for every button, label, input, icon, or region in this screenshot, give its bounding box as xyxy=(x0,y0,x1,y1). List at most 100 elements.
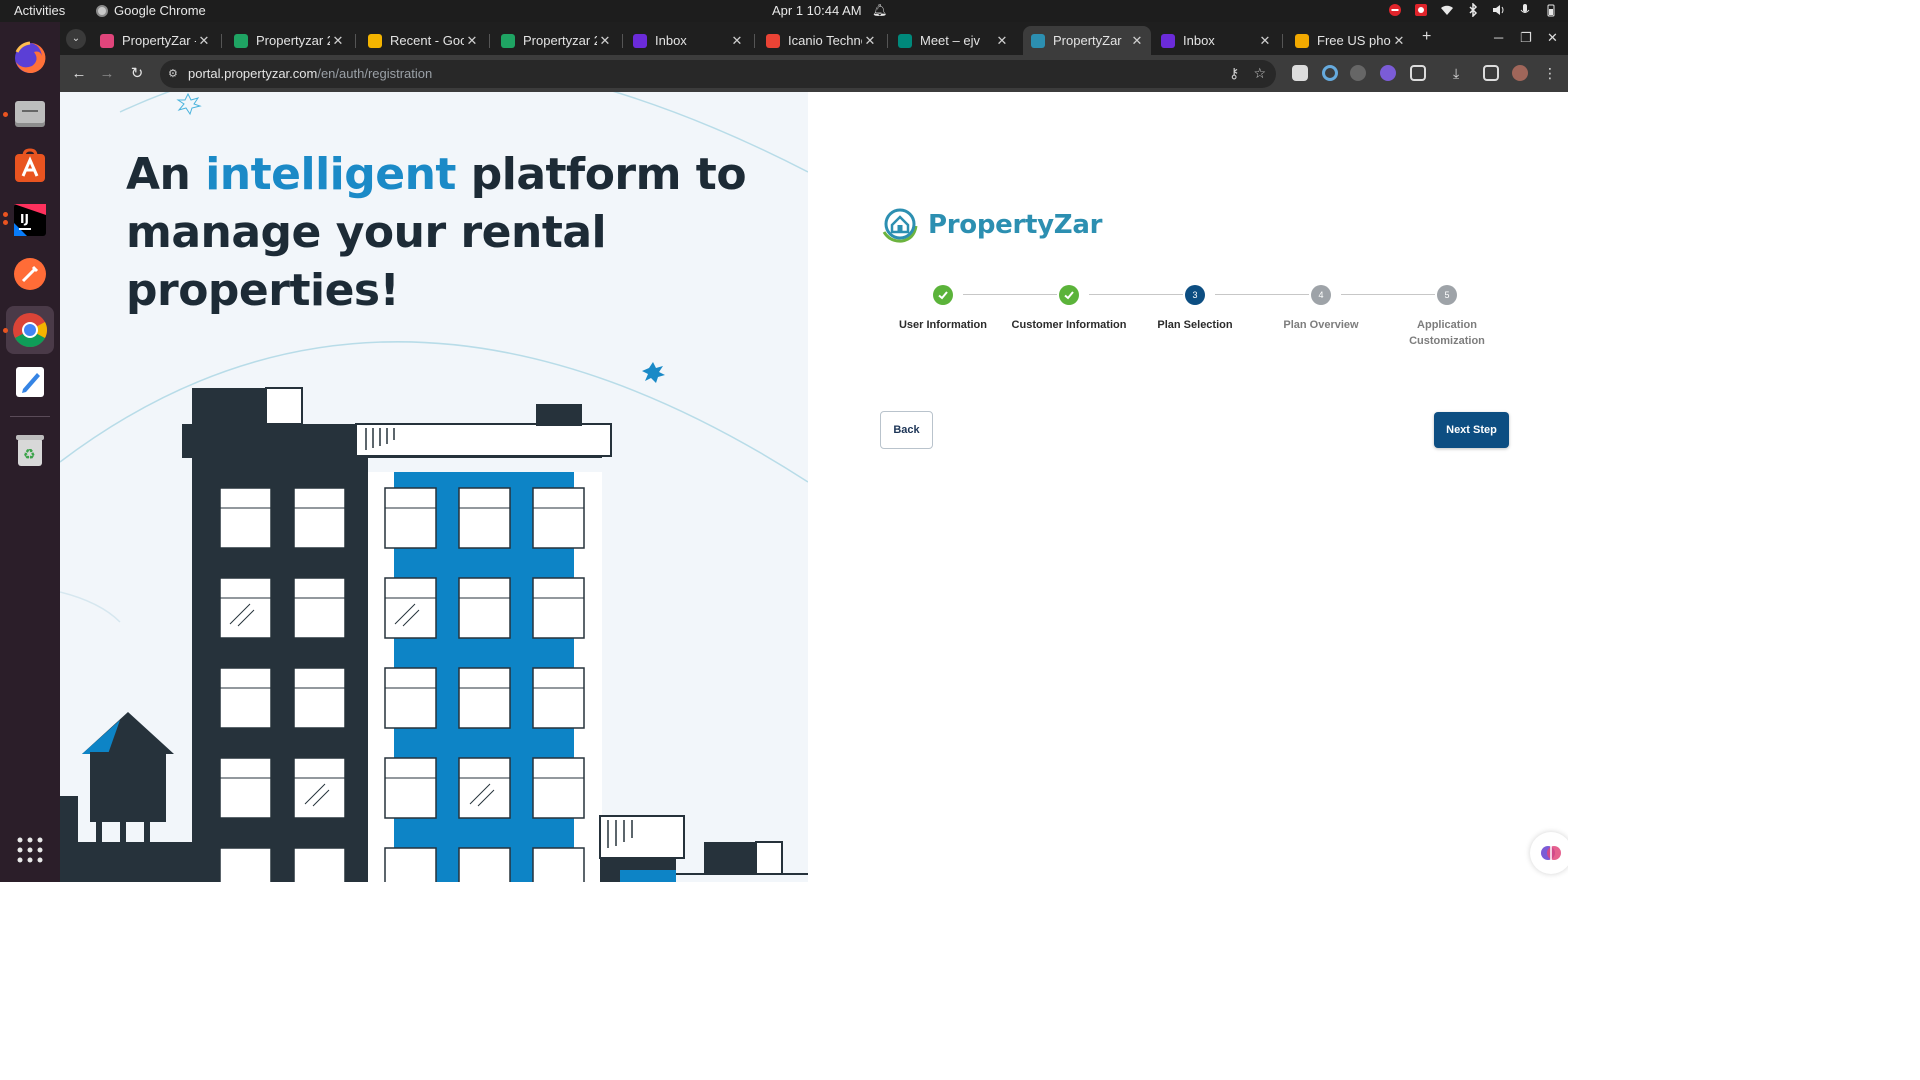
app-center-icon[interactable] xyxy=(10,146,50,186)
url-host: portal.propertyzar.com xyxy=(188,66,318,81)
bitwarden-extension-icon[interactable] xyxy=(1292,65,1308,81)
next-step-button[interactable]: Next Step xyxy=(1434,412,1509,448)
assistant-floating-button[interactable] xyxy=(1530,832,1568,874)
tab-title: Icanio Techno xyxy=(788,33,862,48)
tab-title: Recent - Goo xyxy=(390,33,464,48)
logo-house-icon xyxy=(882,208,918,243)
tab-divider xyxy=(489,34,490,48)
close-tab-icon[interactable]: ✕ xyxy=(729,33,745,49)
postman-icon[interactable] xyxy=(10,254,50,294)
chrome-icon[interactable] xyxy=(6,306,54,354)
ai-extension-icon[interactable] xyxy=(1380,65,1396,81)
close-tab-icon[interactable]: ✕ xyxy=(330,33,346,49)
tab-strip: ⌄ PropertyZar - ✕ Propertyzar 2 ✕ Recent - G… xyxy=(60,22,1568,55)
minimize-icon[interactable]: ─ xyxy=(1494,30,1503,45)
tab-divider xyxy=(1282,34,1283,48)
chrome-app-icon xyxy=(96,4,108,17)
firefox-icon[interactable] xyxy=(10,38,50,78)
check-icon xyxy=(933,285,953,305)
battery-icon[interactable] xyxy=(1544,3,1558,17)
extensions-puzzle-icon[interactable] xyxy=(1410,65,1426,81)
browser-tab[interactable]: Icanio Techno ✕ xyxy=(758,26,884,55)
back-arrow-icon[interactable]: ← xyxy=(68,63,90,85)
browser-tab[interactable]: Propertyzar 2 ✕ xyxy=(226,26,352,55)
close-tab-icon[interactable]: ✕ xyxy=(862,33,878,49)
browser-tab[interactable]: Meet – ejv ✕ xyxy=(890,26,1016,55)
app-menu[interactable]: Google Chrome xyxy=(96,3,206,18)
microphone-icon[interactable] xyxy=(1518,3,1532,17)
bookmark-star-icon[interactable]: ☆ xyxy=(1253,65,1266,82)
w-extension-icon[interactable] xyxy=(1350,65,1366,81)
sheets-icon xyxy=(501,33,515,48)
step-4: 4 Plan Overview xyxy=(1258,285,1384,333)
reload-icon[interactable]: ↻ xyxy=(126,63,148,85)
url-path: /en/auth/registration xyxy=(317,66,433,81)
trash-icon[interactable]: ♻ xyxy=(10,430,50,470)
close-tab-icon[interactable]: ✕ xyxy=(1257,33,1273,49)
volume-icon[interactable] xyxy=(1492,3,1506,17)
address-bar[interactable]: ⚙ portal.propertyzar.com/en/auth/registr… xyxy=(160,60,1276,88)
color-extension-icon[interactable] xyxy=(1322,65,1338,81)
svg-text:♻: ♻ xyxy=(23,446,36,462)
forward-arrow-icon[interactable]: → xyxy=(96,63,118,85)
close-tab-icon[interactable]: ✕ xyxy=(196,33,212,49)
browser-tab[interactable]: Inbox ✕ xyxy=(1153,26,1279,55)
browser-tab[interactable]: Free US phon ✕ xyxy=(1287,26,1413,55)
activities-button[interactable]: Activities xyxy=(14,3,65,18)
tab-divider xyxy=(754,34,755,48)
text-editor-icon[interactable] xyxy=(10,362,50,402)
site-info-icon[interactable]: ⚙ xyxy=(168,67,182,81)
wifi-icon[interactable] xyxy=(1440,3,1454,17)
clock[interactable]: Apr 1 10:44 AM xyxy=(772,3,862,18)
tab-divider xyxy=(887,34,888,48)
close-tab-icon[interactable]: ✕ xyxy=(1391,33,1407,49)
step-5: 5 Application Customization xyxy=(1384,285,1510,349)
step-number: 5 xyxy=(1437,285,1457,305)
profile-avatar[interactable] xyxy=(1512,65,1528,81)
bluetooth-icon[interactable] xyxy=(1466,3,1480,17)
do-not-disturb-icon[interactable] xyxy=(1388,3,1402,17)
close-window-icon[interactable]: ✕ xyxy=(1547,30,1558,46)
chrome-menu-icon[interactable]: ⋮ xyxy=(1542,65,1558,81)
side-panel-icon[interactable] xyxy=(1483,65,1499,81)
browser-tab[interactable]: Recent - Goo ✕ xyxy=(360,26,486,55)
intellij-icon[interactable]: IJ xyxy=(10,200,50,240)
back-button[interactable]: Back xyxy=(880,411,933,449)
registration-page: An intelligent platform to manage your r… xyxy=(60,92,1568,882)
coin-icon xyxy=(1295,33,1309,48)
step-label: Plan Selection xyxy=(1157,319,1233,331)
tab-divider xyxy=(221,34,222,48)
yahoo-mail-icon xyxy=(1161,33,1175,48)
tab-title: PropertyZar xyxy=(1053,33,1122,48)
maximize-icon[interactable]: ❐ xyxy=(1520,30,1532,46)
app-menu-label: Google Chrome xyxy=(114,3,206,18)
dock: IJ ♻ xyxy=(0,22,60,882)
system-tray[interactable] xyxy=(1388,3,1558,17)
browser-tab[interactable]: Propertyzar 2 ✕ xyxy=(493,26,619,55)
tab-title: Inbox xyxy=(655,33,687,48)
screen-record-icon[interactable] xyxy=(1414,3,1428,17)
new-tab-button[interactable]: + xyxy=(1422,28,1431,46)
step-label: Plan Overview xyxy=(1283,319,1359,331)
close-tab-icon[interactable]: ✕ xyxy=(994,33,1010,49)
propertyzar-favicon-icon xyxy=(1031,33,1045,48)
notification-bell-icon: 🔔︎ xyxy=(872,3,888,17)
browser-tab[interactable]: PropertyZar ✕ xyxy=(1023,26,1151,55)
tab-search-icon[interactable]: ⌄ xyxy=(66,29,86,49)
gmail-icon xyxy=(766,33,780,48)
close-tab-icon[interactable]: ✕ xyxy=(464,33,480,49)
svg-text:IJ: IJ xyxy=(20,212,29,226)
tab-title: Free US phon xyxy=(1317,33,1391,48)
show-apps-icon[interactable] xyxy=(10,830,50,870)
browser-tab[interactable]: Inbox ✕ xyxy=(625,26,751,55)
close-tab-icon[interactable]: ✕ xyxy=(1129,33,1145,49)
tab-title: Propertyzar 2 xyxy=(523,33,597,48)
sheets-icon xyxy=(234,33,248,48)
propertyzar-logo: PropertyZar xyxy=(880,206,1102,244)
files-icon[interactable] xyxy=(10,94,50,134)
browser-tab[interactable]: PropertyZar - ✕ xyxy=(92,26,218,55)
close-tab-icon[interactable]: ✕ xyxy=(597,33,613,49)
download-icon[interactable]: ⤓ xyxy=(1453,65,1469,81)
step-3: 3 Plan Selection xyxy=(1132,285,1258,333)
password-key-icon[interactable]: ⚷ xyxy=(1229,65,1239,82)
